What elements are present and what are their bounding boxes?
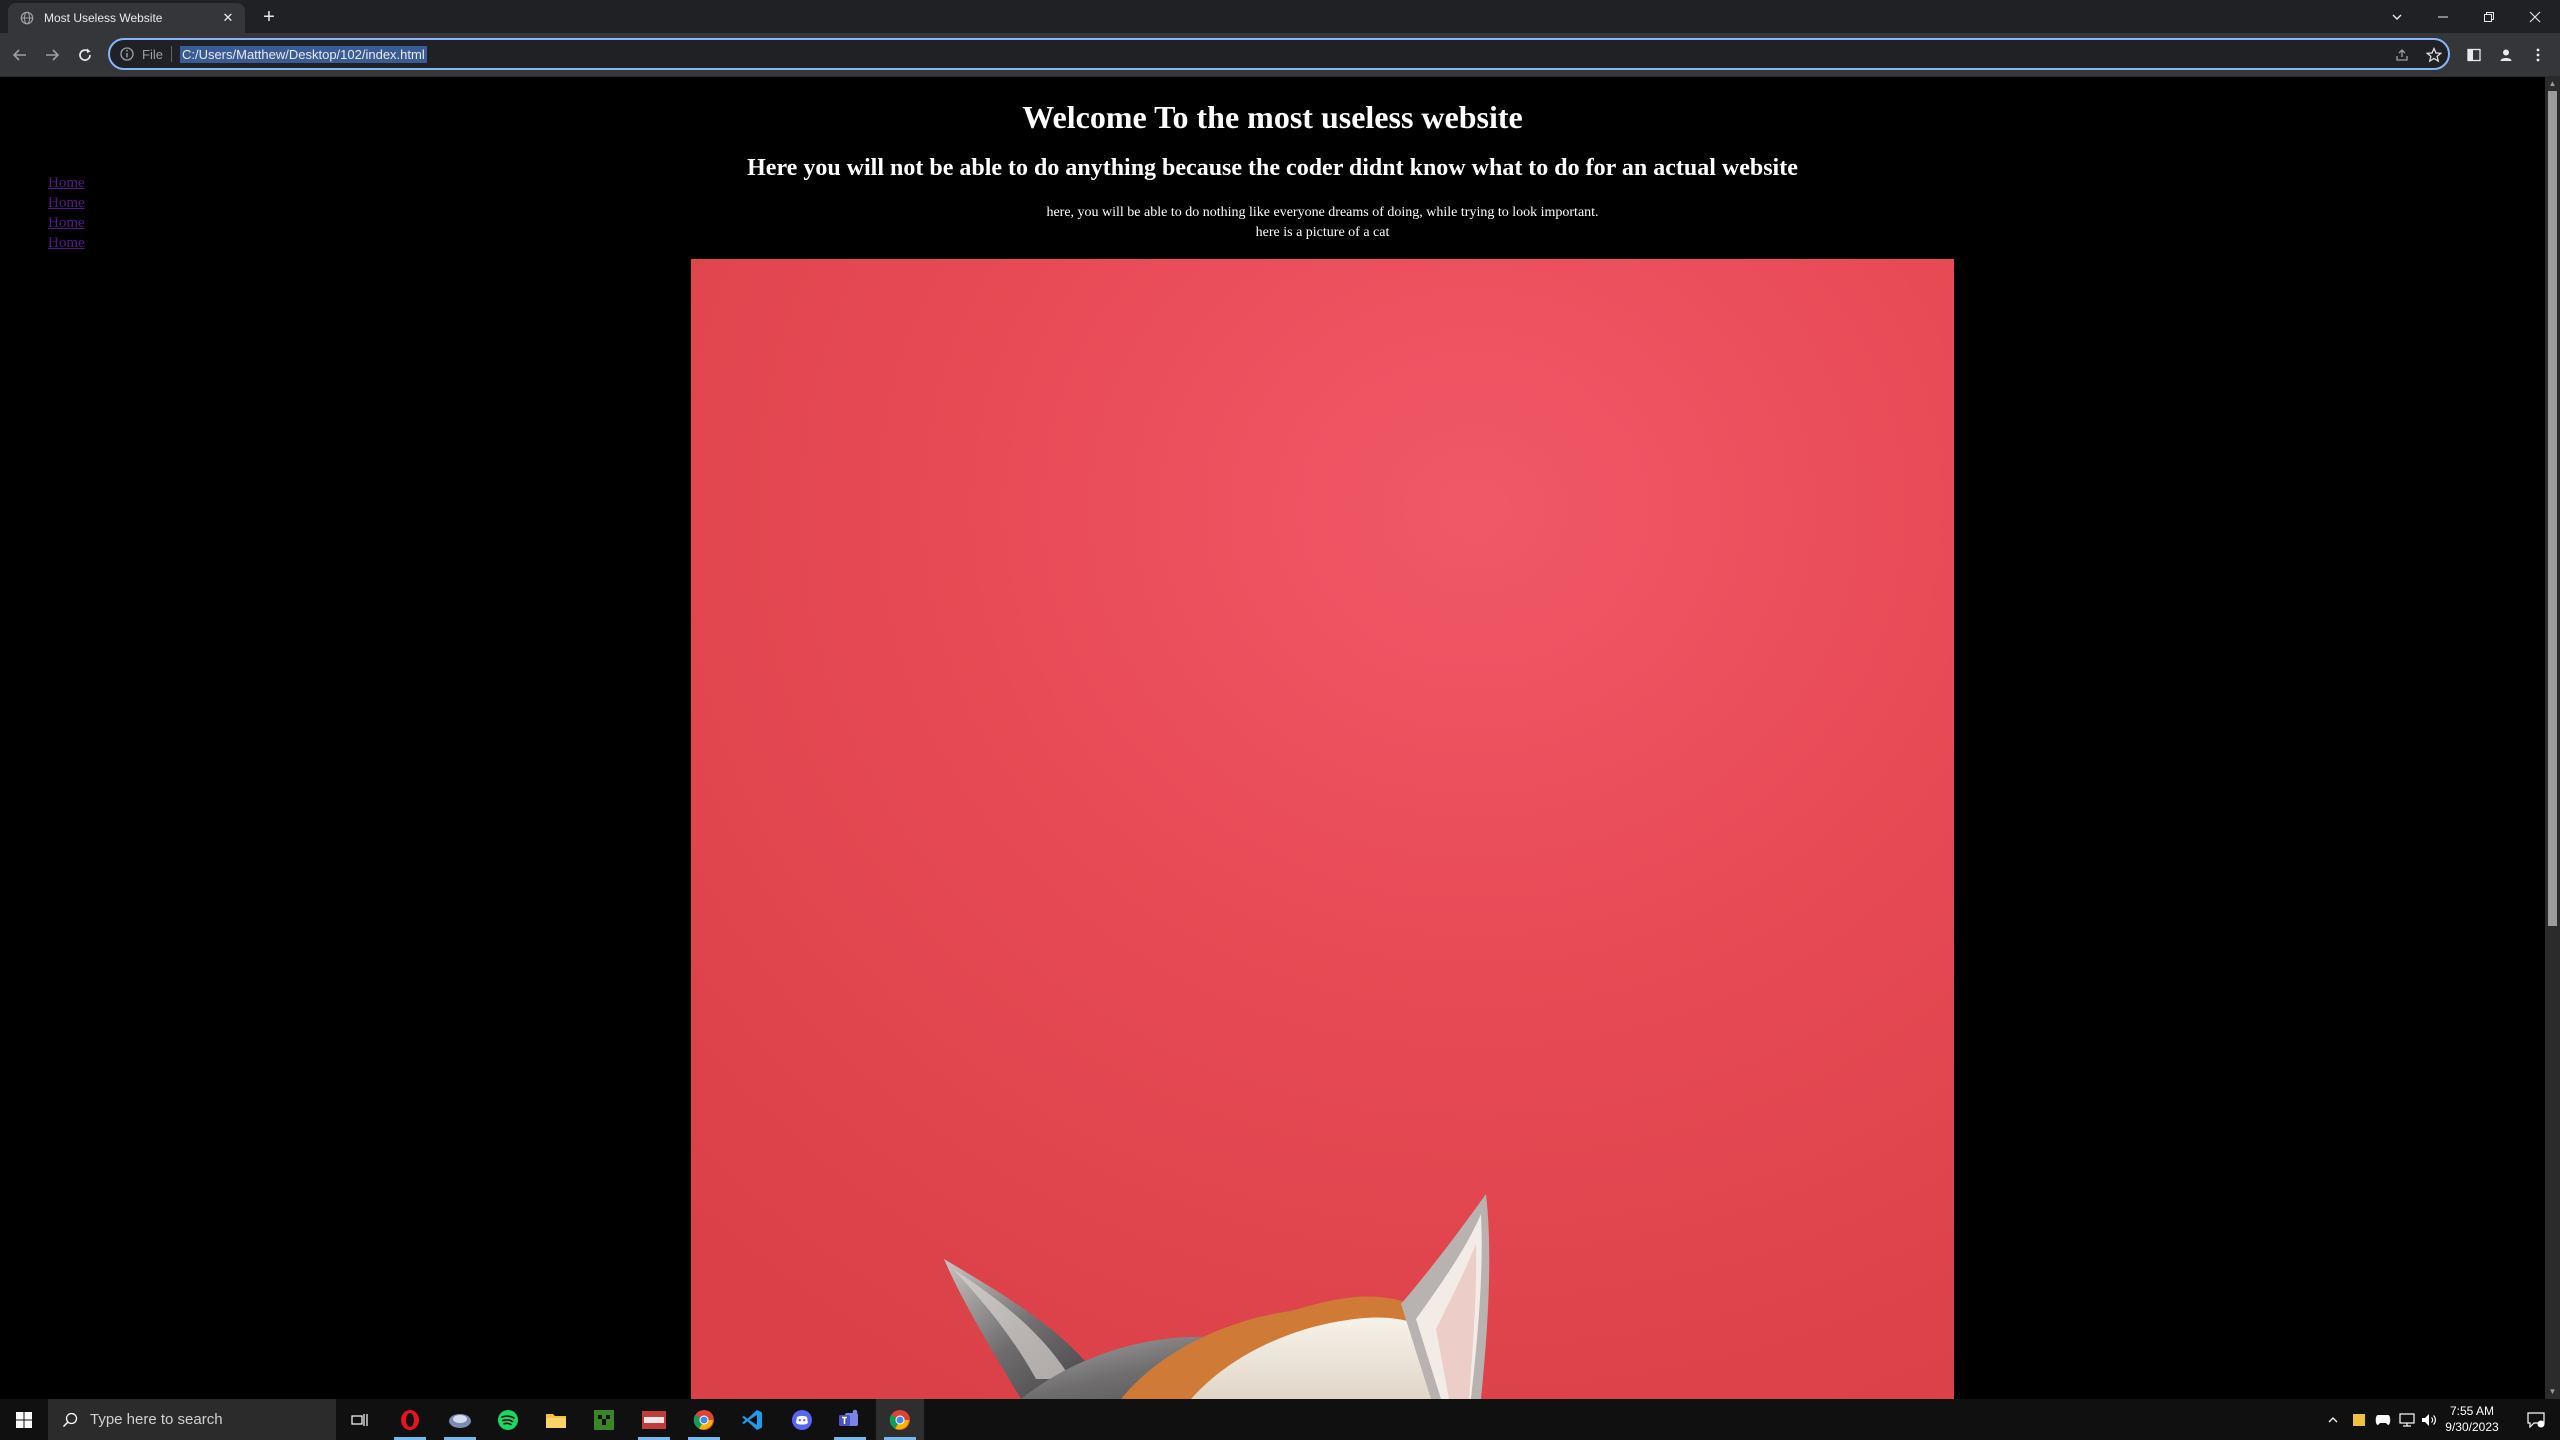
restore-button[interactable] [2466,0,2512,33]
tab-strip: Most Useless Website ✕ + [0,0,2560,33]
notification-center-button[interactable] [2516,1399,2556,1440]
app-button-2[interactable] [630,1399,678,1440]
close-tab-button[interactable]: ✕ [219,10,237,26]
person-icon [2500,49,2512,61]
close-icon [2529,11,2541,22]
app-icon [449,1413,471,1428]
scroll-up-arrow-icon[interactable]: ▲ [2545,77,2560,91]
minecraft-button[interactable] [580,1399,628,1440]
menu-button[interactable] [2526,43,2550,67]
side-panel-icon [2467,48,2481,62]
gamepad-icon [2375,1414,2391,1425]
share-icon [2396,49,2408,61]
arrow-left-icon [12,49,26,61]
tray-app-icon [2353,1413,2365,1426]
clock-date: 9/30/2023 [2445,1420,2499,1434]
page-viewport: Welcome To the most useless website Here… [0,77,2545,1399]
task-view-button[interactable] [336,1399,384,1440]
paragraph-line-1: here, you will be able to do nothing lik… [1046,205,1599,220]
tray-app-button[interactable] [2348,1399,2370,1440]
chrome-active-icon [889,1409,910,1430]
taskbar-search[interactable]: Type here to search [48,1399,336,1440]
vscode-button[interactable] [728,1399,776,1440]
task-view-icon [351,1413,368,1426]
clock-time: 7:55 AM [2449,1404,2495,1418]
reload-button[interactable] [73,43,97,67]
teams-button[interactable] [826,1399,874,1440]
cat-photo [691,259,1954,1399]
nav-link-home-4[interactable]: Home [48,233,85,253]
vscode-icon [742,1409,762,1430]
start-button[interactable] [0,1399,48,1440]
chrome-icon [693,1409,714,1430]
close-window-button[interactable] [2512,0,2558,33]
kebab-menu-icon [2536,48,2540,62]
restore-icon [2484,11,2494,22]
spotify-button[interactable] [484,1399,532,1440]
search-placeholder: Type here to search [90,1411,223,1428]
tab-search-button[interactable] [2374,0,2420,33]
url-scheme: File [142,46,163,62]
browser-tab[interactable]: Most Useless Website ✕ [8,3,245,33]
network-button[interactable] [2396,1399,2418,1440]
opera-icon [401,1409,419,1430]
nav-link-home-3[interactable]: Home [48,213,85,233]
browser-toolbar: File C:/Users/Matthew/Desktop/102/index.… [0,33,2560,77]
side-panel-button[interactable] [2462,43,2486,67]
minimize-button[interactable] [2420,0,2466,33]
discord-button[interactable] [778,1399,826,1440]
chrome-active-button[interactable] [876,1399,924,1440]
address-bar[interactable]: File C:/Users/Matthew/Desktop/102/index.… [108,38,2450,70]
nav-link-home-2[interactable]: Home [48,193,85,213]
omnibox-divider [170,46,172,62]
star-icon [2426,47,2442,63]
windows-logo-icon [16,1411,32,1428]
app-icon-2 [642,1410,666,1429]
teams-icon [839,1409,858,1426]
opera-button[interactable] [386,1399,434,1440]
page-subtitle: Here you will not be able to do anything… [747,155,1798,181]
scrollbar-thumb[interactable] [2548,91,2557,926]
nav-links: Home Home Home Home [48,173,85,253]
arrow-right-icon [46,49,60,61]
app-button[interactable] [436,1399,484,1440]
back-button[interactable] [8,43,32,67]
chrome-button[interactable] [680,1399,728,1440]
discord-icon [792,1409,812,1430]
minimize-icon [2438,16,2448,17]
tab-title: Most Useless Website [44,11,163,25]
share-button[interactable] [2390,43,2414,67]
spotify-icon [498,1409,518,1430]
page-scrollbar[interactable]: ▲ ▼ [2545,77,2560,1399]
reload-icon [79,48,91,61]
info-icon[interactable] [120,47,134,61]
show-hidden-icons-button[interactable] [2322,1399,2344,1440]
windows-taskbar: Type here to search 7:55 AM 9/30/2023 [0,1399,2560,1440]
chevron-up-icon [2328,1416,2338,1422]
url-text[interactable]: C:/Users/Matthew/Desktop/102/index.html [179,45,427,63]
globe-icon [20,11,34,25]
new-tab-button[interactable]: + [258,6,280,28]
folder-icon [546,1413,566,1428]
file-explorer-button[interactable] [532,1399,580,1440]
profile-button[interactable] [2494,43,2518,67]
search-icon [62,1412,78,1427]
scroll-down-arrow-icon[interactable]: ▼ [2545,1385,2560,1399]
paragraph-line-2: here is a picture of a cat [1255,225,1390,240]
page-paragraph: here, you will be able to do nothing lik… [0,203,2545,243]
forward-button[interactable] [40,43,64,67]
network-icon [2399,1412,2415,1427]
chevron-down-icon [2392,14,2402,20]
tray-controller-button[interactable] [2372,1399,2394,1440]
page-title: Welcome To the most useless website [1022,99,1523,135]
minecraft-icon [594,1409,614,1430]
notification-icon [2527,1411,2545,1428]
taskbar-clock[interactable]: 7:55 AM 9/30/2023 [2432,1403,2512,1435]
nav-link-home-1[interactable]: Home [48,173,85,193]
bookmark-button[interactable] [2422,43,2446,67]
